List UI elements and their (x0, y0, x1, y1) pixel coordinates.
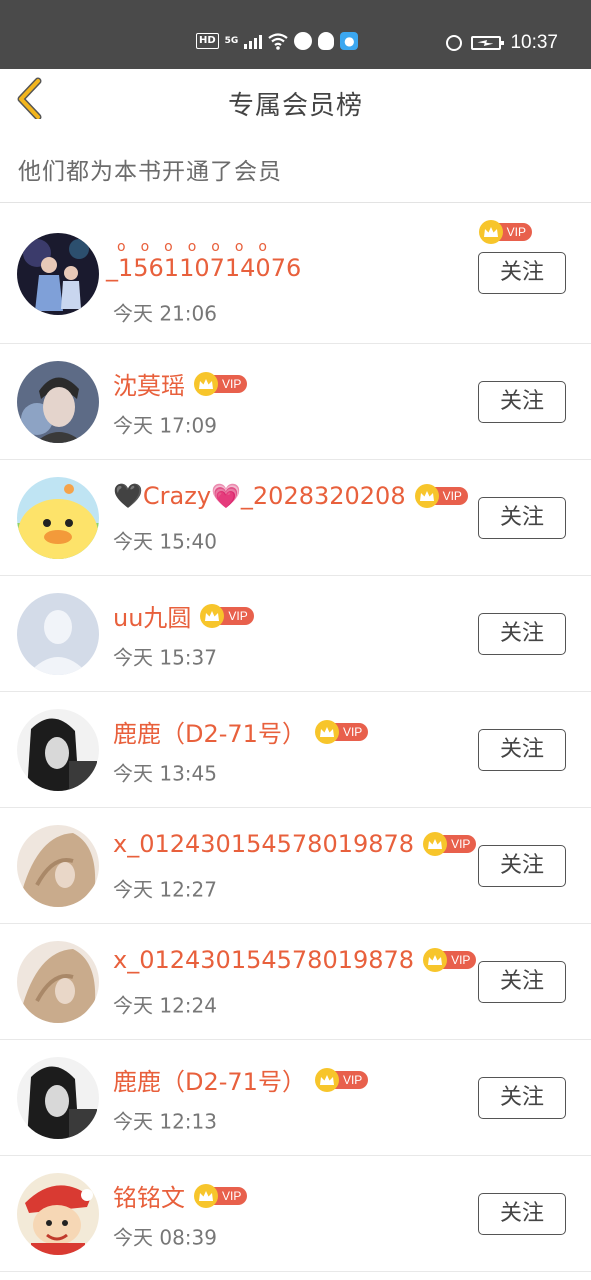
list-item[interactable]: x_012430154578019878 VIP 今天 12:27 关注 (0, 808, 591, 924)
vip-badge: VIP (314, 719, 369, 744)
list-item[interactable]: ooooooo _156110714076 VIP 今天 21:06 关注 (0, 203, 591, 344)
avatar-blond-hair-image (17, 941, 99, 1023)
name-line: 鹿鹿（D2-71号） VIP (113, 714, 369, 749)
browser-icon (294, 32, 313, 50)
avatar[interactable] (17, 709, 99, 791)
member-name[interactable]: 铭铭文 (113, 1178, 185, 1213)
wifi-icon (268, 33, 289, 50)
hd-icon: HD (196, 33, 219, 49)
status-bar: HD 5G ● 10:37 (0, 0, 591, 69)
vip-badge: VIP (423, 832, 477, 856)
crown-icon (423, 948, 448, 972)
vip-badge: VIP (194, 1183, 248, 1208)
follow-button[interactable]: 关注 (478, 497, 566, 539)
member-time: 今天 08:39 (113, 1225, 217, 1250)
member-time: 今天 17:09 (113, 413, 217, 438)
list-item[interactable]: 沈莫瑶 VIP 今天 17:09 关注 (0, 344, 591, 460)
vip-badge: VIP (478, 220, 532, 244)
member-time: 今天 15:40 (113, 529, 217, 554)
avatar-blond-hair-image (17, 825, 99, 907)
member-name[interactable]: 沈莫瑶 (113, 366, 185, 401)
avatar[interactable] (17, 1173, 99, 1255)
member-name[interactable]: 鹿鹿（D2-71号） (113, 1062, 306, 1097)
name-line: 沈莫瑶 VIP (113, 366, 248, 401)
status-icons-right: 10:37 (446, 32, 558, 54)
page-title: 专属会员榜 (227, 91, 363, 121)
avatar-two-girls-image (17, 233, 99, 315)
list-item[interactable]: x_012430154578019878 VIP 今天 12:24 关注 (0, 924, 591, 1040)
header: 专属会员榜 (0, 69, 591, 135)
avatar[interactable] (17, 361, 99, 443)
avatar[interactable] (17, 233, 99, 315)
member-name[interactable]: _156110714076 (106, 254, 301, 282)
crown-icon (200, 603, 225, 628)
avatar-default-image (17, 593, 99, 675)
avatar-yellow-duck-image (17, 477, 99, 559)
avatar[interactable] (17, 941, 99, 1023)
avatar[interactable] (17, 1057, 99, 1139)
crown-icon (414, 484, 439, 508)
member-time: 今天 21:06 (113, 301, 217, 326)
battery-charging-icon (471, 36, 505, 50)
follow-button[interactable]: 关注 (478, 613, 566, 655)
member-name[interactable]: 鹿鹿（D2-71号） (113, 714, 306, 749)
lightbulb-icon: ● (340, 32, 359, 50)
vip-badge: VIP (200, 603, 254, 628)
crown-icon (314, 1067, 339, 1092)
vip-badge: VIP (414, 484, 468, 508)
list-item[interactable]: 鹿鹿（D2-71号） VIP 今天 13:45 关注 (0, 692, 591, 808)
crown-icon (194, 1183, 218, 1208)
subtitle: 他们都为本书开通了会员 (18, 159, 282, 185)
avatar[interactable] (17, 593, 99, 675)
signal-icon (244, 33, 263, 49)
name-line: x_012430154578019878 VIP (113, 946, 477, 974)
list-item[interactable]: uu九圆 VIP 今天 15:37 关注 (0, 576, 591, 692)
crown-icon (423, 832, 448, 856)
follow-button[interactable]: 关注 (478, 961, 566, 1003)
follow-button[interactable]: 关注 (478, 1193, 566, 1235)
crown-icon (194, 371, 218, 396)
avatar[interactable] (17, 477, 99, 559)
list-item[interactable]: 铭铭文 VIP 今天 08:39 关注 (0, 1156, 591, 1272)
vip-badge: VIP (314, 1067, 369, 1092)
avatar[interactable] (17, 825, 99, 907)
name-line: 铭铭文 VIP (113, 1178, 248, 1213)
avatar-bw-girl-image (17, 1057, 99, 1139)
avatar-bw-girl-image (17, 709, 99, 791)
name-line: uu九圆 VIP (113, 598, 254, 633)
follow-button[interactable]: 关注 (478, 729, 566, 771)
follow-button[interactable]: 关注 (478, 1077, 566, 1119)
follow-button[interactable]: 关注 (478, 252, 566, 294)
member-time: 今天 12:13 (113, 1109, 217, 1134)
list-item[interactable]: 鹿鹿（D2-71号） VIP 今天 12:13 关注 (0, 1040, 591, 1156)
member-time: 今天 15:37 (113, 645, 217, 670)
member-time: 今天 13:45 (113, 761, 217, 786)
member-name[interactable]: x_012430154578019878 (113, 946, 414, 974)
name-line: 鹿鹿（D2-71号） VIP (113, 1062, 369, 1097)
member-name[interactable]: x_012430154578019878 (113, 830, 414, 858)
qq-icon (318, 32, 335, 50)
list-item[interactable]: 🖤Crazy💗_2028320208 VIP 今天 15:40 关注 (0, 460, 591, 576)
status-time: 10:37 (510, 32, 558, 53)
status-icons-left: HD 5G ● (196, 32, 359, 50)
member-name[interactable]: uu九圆 (113, 598, 191, 633)
network-type: 5G (224, 36, 239, 46)
vip-badge: VIP (194, 371, 248, 396)
name-line: x_012430154578019878 VIP (113, 830, 477, 858)
follow-button[interactable]: 关注 (478, 381, 566, 423)
name-decoration: ooooooo (117, 239, 282, 255)
vip-badge: VIP (423, 948, 477, 972)
name-line: 🖤Crazy💗_2028320208 VIP (113, 482, 468, 510)
alarm-icon (446, 35, 463, 51)
member-time: 今天 12:27 (113, 877, 217, 902)
crown-icon (478, 220, 503, 244)
crown-icon (314, 719, 339, 744)
avatar-cartoon-boy-image (17, 1173, 99, 1255)
member-time: 今天 12:24 (113, 993, 217, 1018)
avatar-young-man-image (17, 361, 99, 443)
follow-button[interactable]: 关注 (478, 845, 566, 887)
member-name[interactable]: 🖤Crazy💗_2028320208 (113, 482, 406, 510)
member-list: ooooooo _156110714076 VIP 今天 21:06 关注 沈莫… (0, 203, 591, 1272)
